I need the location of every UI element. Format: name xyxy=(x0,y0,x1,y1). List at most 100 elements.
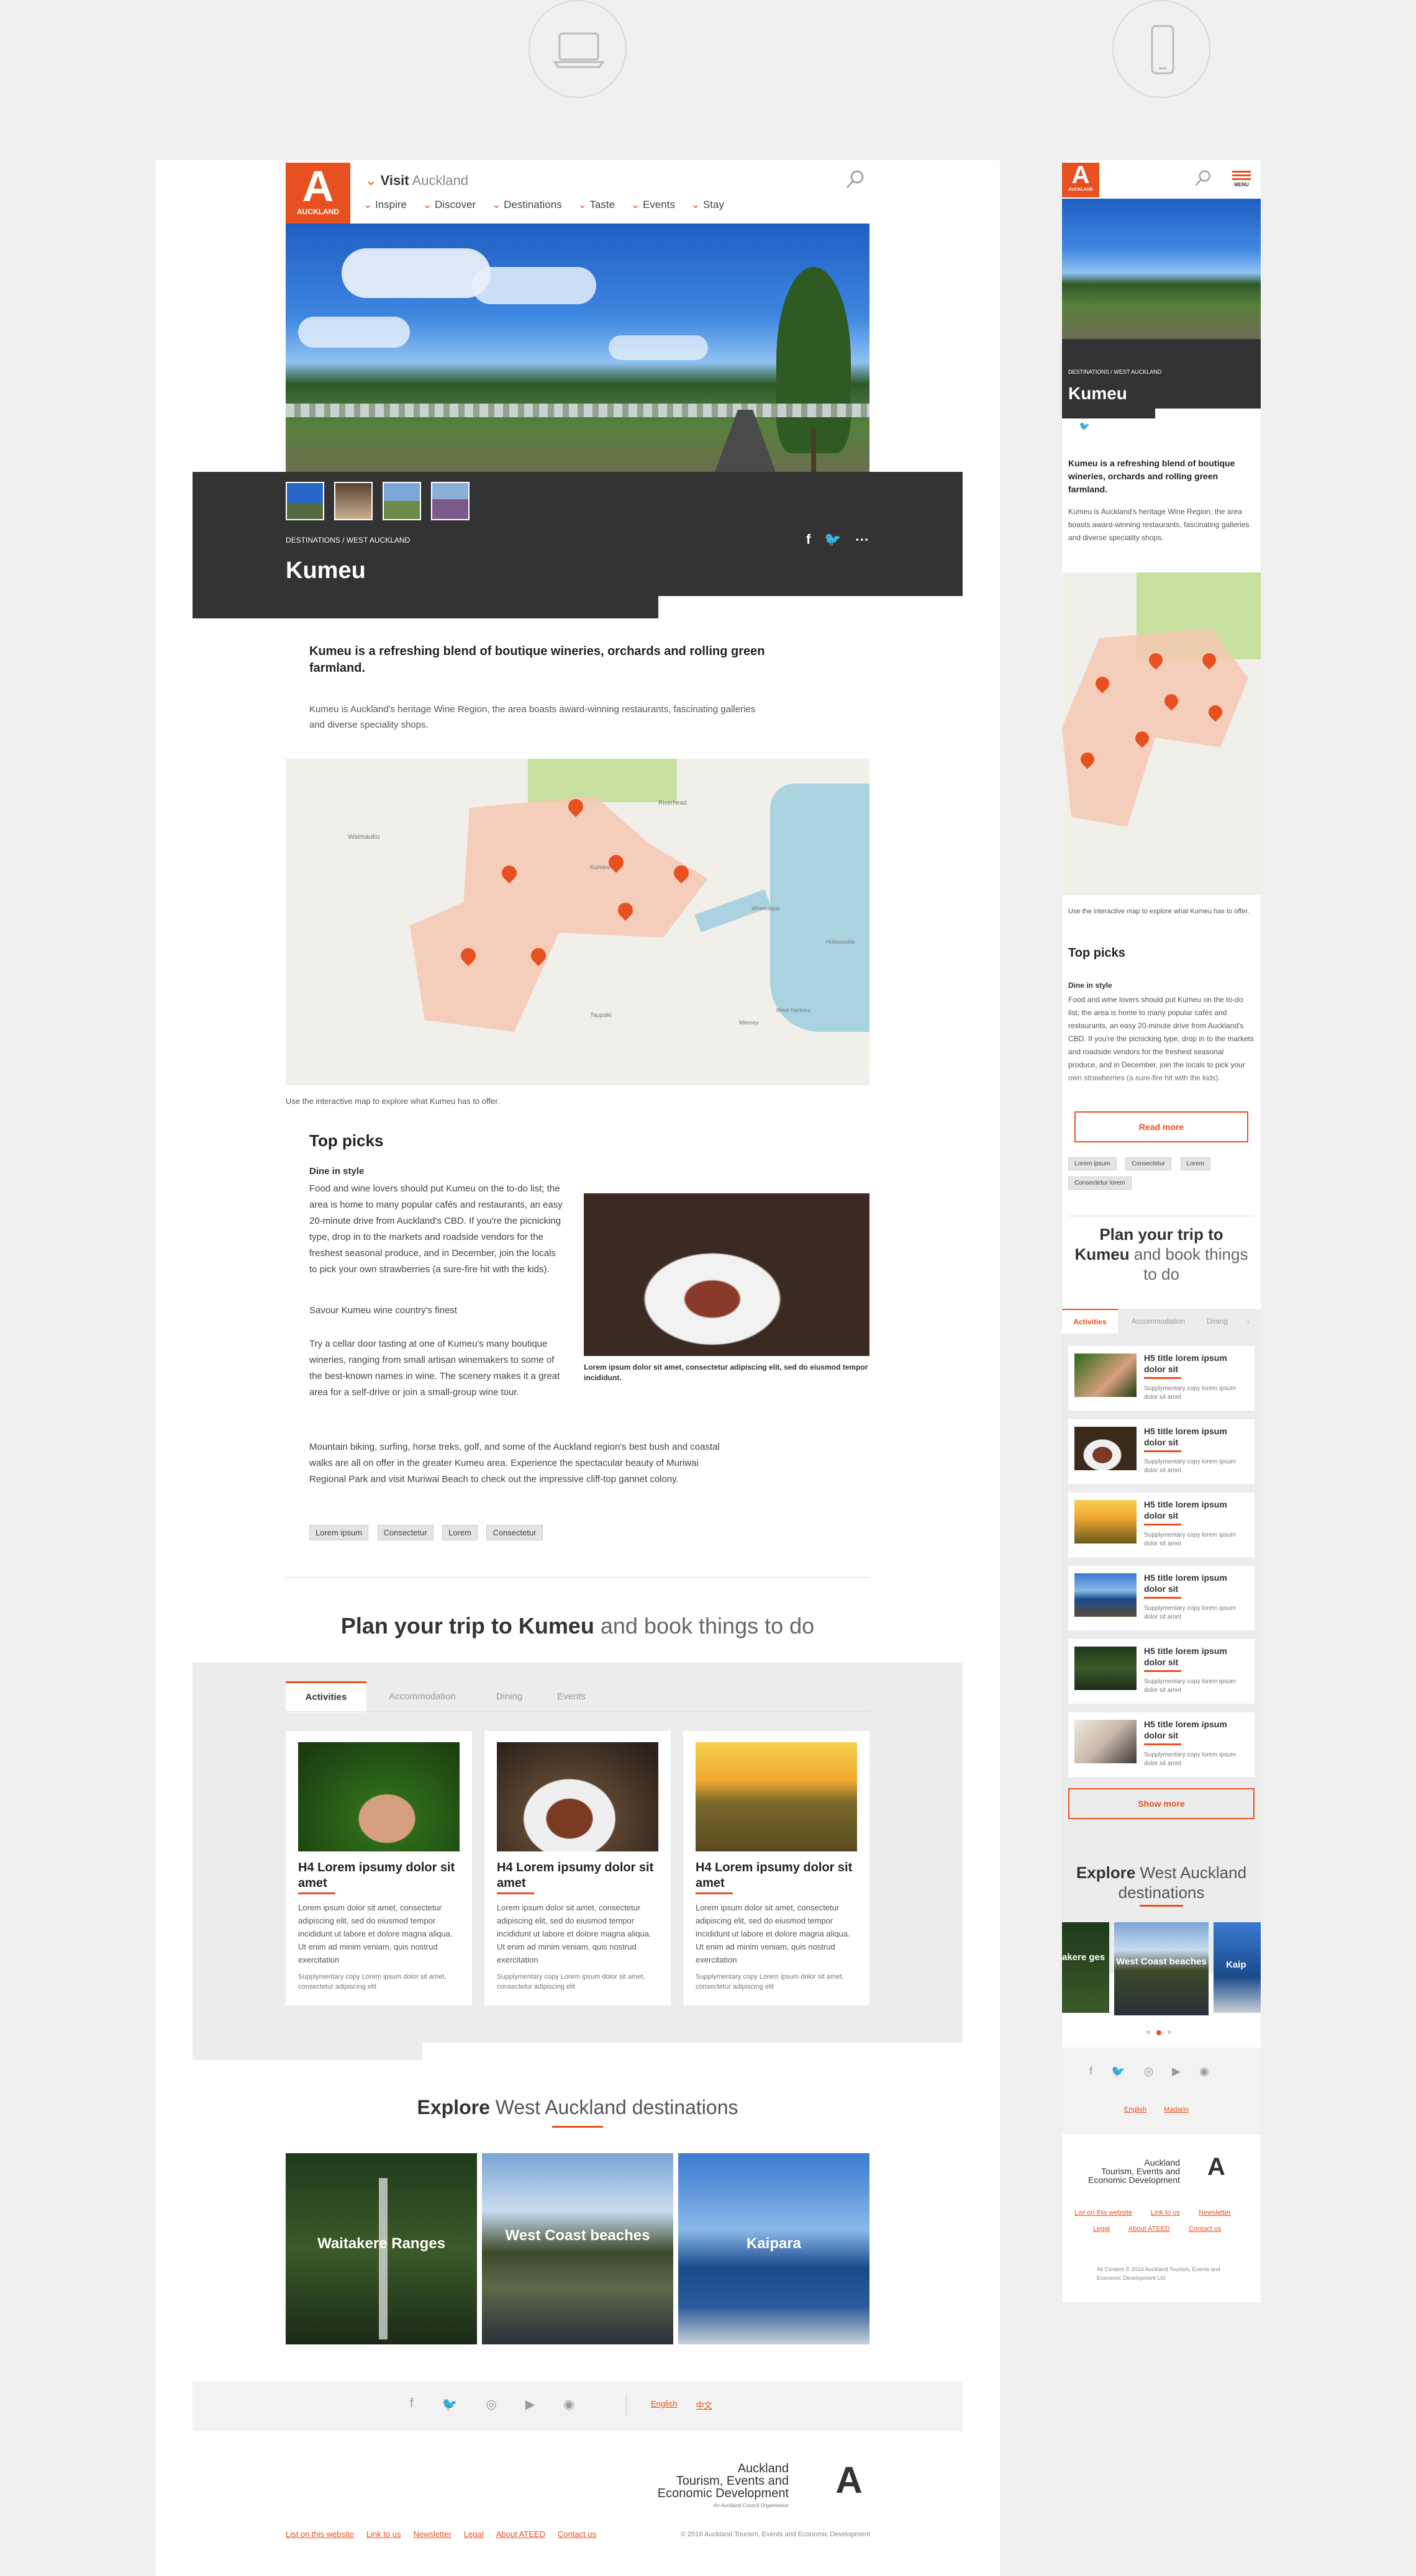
footer-link[interactable]: About ATEED xyxy=(1128,2225,1170,2233)
tab-accommodation[interactable]: Accommodation xyxy=(366,1681,478,1712)
read-more-button[interactable]: Read more xyxy=(1074,1111,1248,1142)
thumbnail[interactable] xyxy=(334,482,373,520)
tab-events[interactable]: Events xyxy=(540,1681,602,1712)
destination-tile[interactable]: akere ges xyxy=(1062,1922,1109,2013)
activity-card[interactable]: H4 Lorem ipsumy dolor sit amet Lorem ips… xyxy=(484,1731,671,2005)
ateed-logo: Auckland Tourism, Events and Economic Deve… xyxy=(1088,2158,1180,2185)
destination-tile[interactable]: Waitakere Ranges xyxy=(286,2153,477,2344)
facebook-icon[interactable]: f xyxy=(410,2397,414,2412)
footer-link[interactable]: Legal xyxy=(464,2529,484,2539)
list-item[interactable]: H5 title lorem ipsum dolor sit Supplymen… xyxy=(1068,1566,1255,1630)
footer-link[interactable]: Contact us xyxy=(1189,2225,1222,2233)
tab-dining[interactable]: Dining xyxy=(1199,1309,1236,1334)
visit-sub: Auckland xyxy=(412,173,469,188)
list-item[interactable]: H5 title lorem ipsum dolor sit Supplymen… xyxy=(1068,1639,1255,1704)
nav-events[interactable]: ⌄ Events xyxy=(631,199,675,211)
tag[interactable]: Consectetur xyxy=(486,1525,543,1540)
footer-link[interactable]: Contact us xyxy=(558,2529,596,2539)
lang-english[interactable]: English xyxy=(1124,2106,1146,2113)
tab-activities[interactable]: Activities xyxy=(1062,1309,1118,1334)
nav-taste[interactable]: ⌄ Taste xyxy=(578,199,615,211)
destination-tile[interactable]: West Coast beaches xyxy=(482,2153,673,2344)
tab-dining[interactable]: Dining xyxy=(478,1681,540,1712)
footer-link[interactable]: Link to us xyxy=(1151,2209,1180,2217)
tag[interactable]: Lorem ipsum xyxy=(309,1525,369,1540)
tag-list: Lorem ipsum Consectetur Lorem Consectetu… xyxy=(1068,1157,1255,1190)
search-icon[interactable] xyxy=(845,169,866,190)
tag[interactable]: Consectetur lorem xyxy=(1068,1177,1132,1190)
auckland-logo[interactable]: A AUCKLAND xyxy=(286,163,350,224)
twitter-icon[interactable]: 🐦 xyxy=(824,531,841,548)
weibo-icon[interactable]: ◉ xyxy=(1199,2065,1209,2078)
footer-link[interactable]: Newsletter xyxy=(414,2529,452,2539)
list-item[interactable]: H5 title lorem ipsum dolor sit Supplymen… xyxy=(1068,1346,1255,1411)
instagram-icon[interactable]: ◎ xyxy=(486,2397,496,2412)
destination-tile[interactable]: Kaipara xyxy=(678,2153,869,2344)
more-icon[interactable]: ⋯ xyxy=(855,531,869,548)
nav-stay[interactable]: ⌄ Stay xyxy=(691,199,724,211)
twitter-icon[interactable]: 🐦 xyxy=(1079,421,1090,432)
destination-tile[interactable]: Kaip xyxy=(1214,1922,1261,2013)
breadcrumb[interactable]: DESTINATIONS / WEST AUCKLAND xyxy=(1068,369,1161,375)
activity-card[interactable]: H4 Lorem ipsumy dolor sit amet Lorem ips… xyxy=(683,1731,869,2005)
footer-link[interactable]: List on this website xyxy=(1074,2209,1132,2217)
tag[interactable]: Lorem xyxy=(1180,1157,1210,1170)
tag[interactable]: Lorem xyxy=(442,1525,478,1540)
tab-activities[interactable]: Activities xyxy=(286,1681,366,1712)
carousel-dot[interactable] xyxy=(1156,2030,1161,2035)
lang-english[interactable]: English xyxy=(651,2399,678,2411)
chevron-right-icon[interactable]: › xyxy=(1236,1309,1261,1334)
list-item[interactable]: H5 title lorem ipsum dolor sit Supplymen… xyxy=(1068,1493,1255,1557)
tag[interactable]: Consectetur xyxy=(1125,1157,1172,1170)
thumbnail[interactable] xyxy=(286,482,324,520)
thumbnail[interactable] xyxy=(383,482,421,520)
list-item[interactable]: H5 title lorem ipsum dolor sit Supplymen… xyxy=(1068,1419,1255,1484)
youtube-icon[interactable]: ▶ xyxy=(1172,2065,1181,2078)
card-body: Lorem ipsum dolor sit amet, consectetur … xyxy=(497,1903,651,1964)
lang-chinese[interactable]: 中文 xyxy=(696,2399,712,2411)
lang-mandarin[interactable]: Madarin xyxy=(1164,2106,1189,2113)
destination-label: West Coast beaches xyxy=(505,2227,650,2244)
map-caption: Use the interactive map to explore what … xyxy=(1068,908,1250,915)
carousel-dot[interactable] xyxy=(1146,2030,1150,2034)
tag[interactable]: Lorem ipsum xyxy=(1068,1157,1117,1170)
list-item[interactable]: H5 title lorem ipsum dolor sit Supplymen… xyxy=(1068,1712,1255,1777)
tag[interactable]: Consectetur xyxy=(377,1525,433,1540)
facebook-icon[interactable]: f xyxy=(1089,2065,1092,2078)
youtube-icon[interactable]: ▶ xyxy=(525,2397,535,2412)
show-more-button[interactable]: Show more xyxy=(1068,1788,1255,1819)
tab-accommodation[interactable]: Accommodation xyxy=(1118,1309,1199,1334)
footer-link[interactable]: List on this website xyxy=(286,2529,354,2539)
weibo-icon[interactable]: ◉ xyxy=(563,2397,574,2412)
carousel-dot[interactable] xyxy=(1168,2030,1171,2034)
twitter-icon[interactable]: 🐦 xyxy=(442,2397,458,2412)
twitter-icon[interactable]: 🐦 xyxy=(1111,2065,1125,2078)
mobile-view-toggle[interactable] xyxy=(1112,0,1210,98)
breadcrumb[interactable]: DESTINATIONS / WEST AUCKLAND xyxy=(286,536,410,545)
footer-link[interactable]: Newsletter xyxy=(1199,2209,1231,2217)
search-icon[interactable] xyxy=(1194,169,1212,188)
interactive-map[interactable]: Waimauku Riverhead Kumeu Taupaki Whenuap… xyxy=(286,759,869,1085)
footer-link[interactable]: Legal xyxy=(1093,2225,1110,2233)
menu-button[interactable]: MENU xyxy=(1231,169,1252,188)
explore-carousel[interactable]: akere ges West Coast beaches Kaip xyxy=(1062,1922,1261,2015)
footer-link[interactable]: Link to us xyxy=(366,2529,401,2539)
card-image xyxy=(298,1742,460,1851)
facebook-icon[interactable]: f xyxy=(1068,421,1071,432)
instagram-icon[interactable]: ◎ xyxy=(1143,2065,1153,2078)
activity-card[interactable]: H4 Lorem ipsumy dolor sit amet Lorem ips… xyxy=(286,1731,472,2005)
more-icon[interactable]: ⋯ xyxy=(1099,421,1107,432)
nav-discover[interactable]: ⌄ Discover xyxy=(423,199,476,211)
nav-inspire[interactable]: ⌄ Inspire xyxy=(363,199,407,211)
tab-bar: Activities Accommodation Dining Events xyxy=(286,1681,602,1712)
auckland-logo[interactable]: A AUCKLAND xyxy=(1062,163,1099,197)
card-image xyxy=(696,1742,857,1851)
footer-link[interactable]: About ATEED xyxy=(496,2529,545,2539)
thumbnail[interactable] xyxy=(431,482,470,520)
destination-tile[interactable]: West Coast beaches xyxy=(1114,1922,1209,2015)
facebook-icon[interactable]: f xyxy=(806,531,810,548)
site-title[interactable]: ⌄ Visit Auckland xyxy=(365,173,468,189)
interactive-map[interactable] xyxy=(1062,572,1261,895)
desktop-view-toggle[interactable] xyxy=(529,0,627,98)
nav-destinations[interactable]: ⌄ Destinations xyxy=(492,199,562,211)
